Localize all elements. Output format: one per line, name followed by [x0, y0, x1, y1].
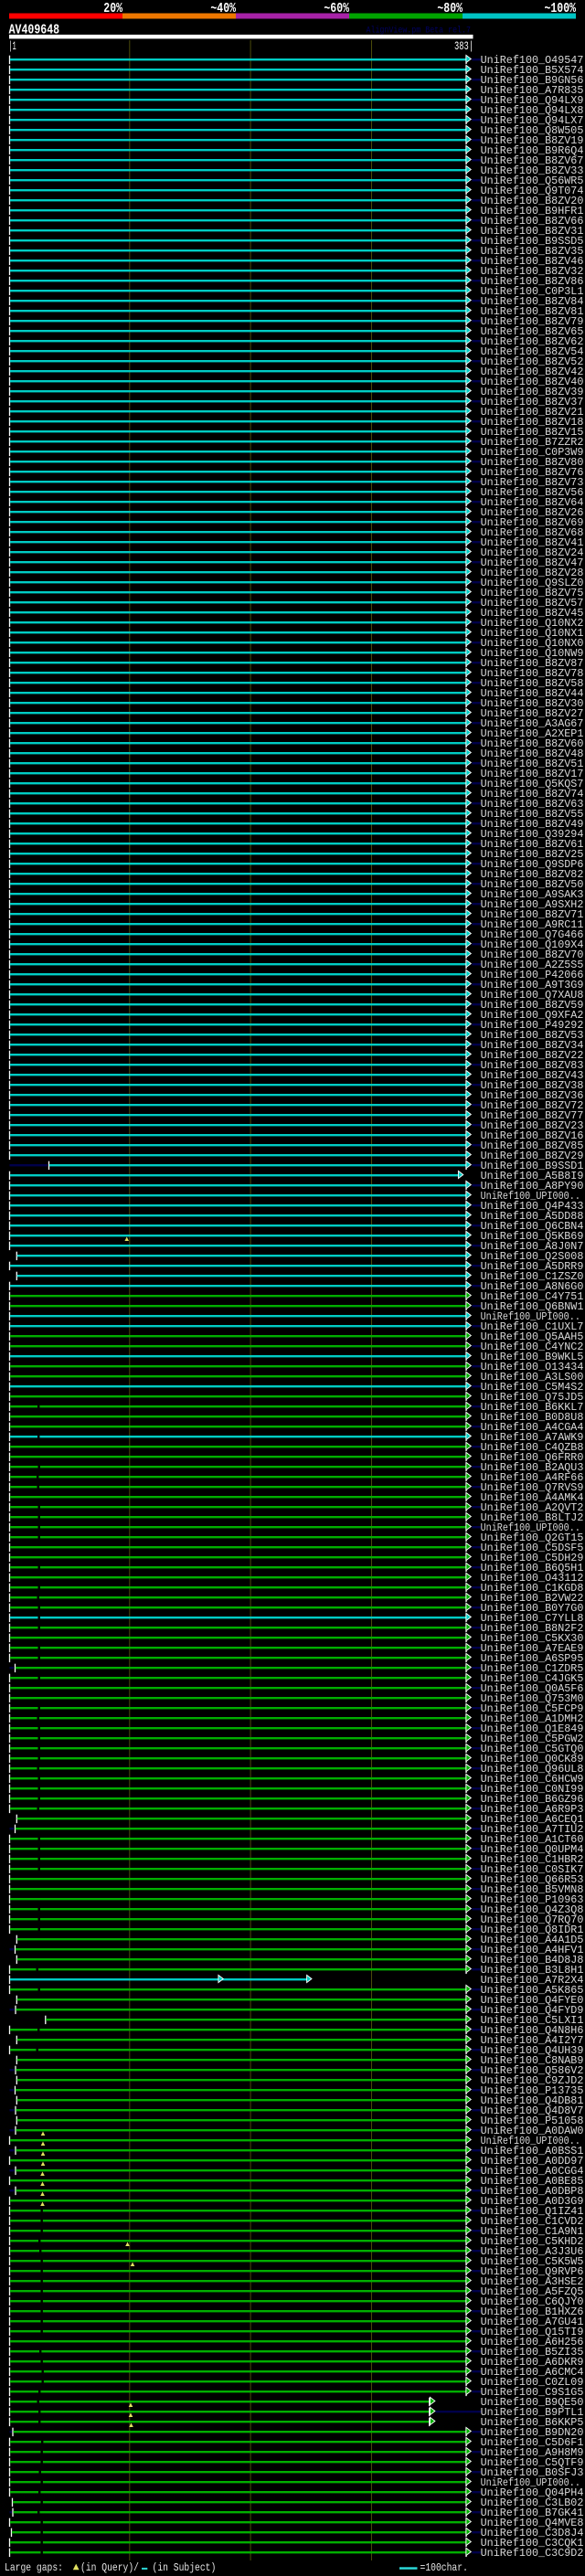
svg-text:~80%: ~80% [437, 2, 463, 16]
svg-text:~60%: ~60% [324, 2, 349, 16]
svg-text:~40%: ~40% [210, 2, 236, 16]
svg-text:Large gaps:: Large gaps: [5, 2562, 63, 2574]
svg-text:~100%: ~100% [545, 2, 577, 16]
svg-text:383|: 383| [454, 39, 473, 53]
svg-text:|1: |1 [8, 39, 16, 53]
svg-text:=100char.: =100char. [420, 2562, 468, 2574]
svg-text:20%: 20% [103, 2, 122, 16]
svg-text:(in Subject): (in Subject) [153, 2562, 217, 2574]
svg-text:AlignView.pm Beta rel.7: AlignView.pm Beta rel.7 [367, 26, 472, 37]
svg-text:(in Query)/: (in Query)/ [80, 2562, 139, 2574]
svg-text:UniRef100_C3C9D2: UniRef100_C3C9D2 [481, 2547, 584, 2560]
